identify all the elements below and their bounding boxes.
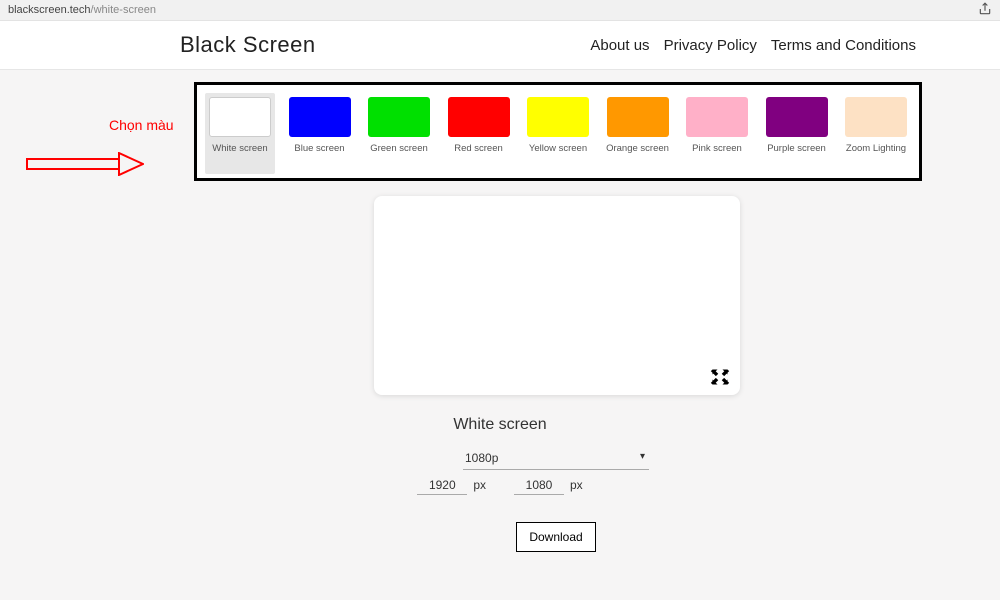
site-brand[interactable]: Black Screen xyxy=(180,32,316,58)
height-input[interactable] xyxy=(514,476,564,495)
unit-label: px xyxy=(473,478,486,492)
nav-about[interactable]: About us xyxy=(590,37,649,54)
swatch-color xyxy=(527,97,589,137)
swatch-white[interactable]: White screen xyxy=(205,93,275,174)
swatch-color xyxy=(209,97,271,137)
unit-label: px xyxy=(570,478,583,492)
swatch-color xyxy=(368,97,430,137)
swatch-color xyxy=(686,97,748,137)
swatch-color xyxy=(845,97,907,137)
screen-preview xyxy=(374,196,740,395)
swatch-pink[interactable]: Pink screen xyxy=(682,97,752,174)
swatch-orange[interactable]: Orange screen xyxy=(603,97,673,174)
current-screen-title: White screen xyxy=(0,416,1000,434)
swatch-color xyxy=(448,97,510,137)
browser-address-bar: blackscreen.tech/white-screen xyxy=(0,0,1000,21)
site-header: Black Screen About us Privacy Policy Ter… xyxy=(0,21,1000,70)
download-button[interactable]: Download xyxy=(516,522,596,552)
share-icon[interactable] xyxy=(978,2,992,19)
expand-fullscreen-icon[interactable] xyxy=(710,367,730,387)
swatch-color xyxy=(607,97,669,137)
swatch-color xyxy=(289,97,351,137)
annotation-choose-color: Chọn màu xyxy=(109,117,174,133)
swatch-yellow[interactable]: Yellow screen xyxy=(523,97,593,174)
swatch-zoom-lighting[interactable]: Zoom Lighting xyxy=(841,97,911,174)
width-input[interactable] xyxy=(417,476,467,495)
url-text: blackscreen.tech/white-screen xyxy=(8,4,978,16)
annotation-arrow-icon xyxy=(26,152,144,176)
swatch-blue[interactable]: Blue screen xyxy=(285,97,355,174)
header-nav: About us Privacy Policy Terms and Condit… xyxy=(590,37,916,54)
resolution-select[interactable]: 1080p xyxy=(463,447,649,470)
swatch-purple[interactable]: Purple screen xyxy=(762,97,832,174)
swatch-red[interactable]: Red screen xyxy=(444,97,514,174)
color-picker-strip: White screen Blue screen Green screen Re… xyxy=(194,82,922,181)
nav-privacy[interactable]: Privacy Policy xyxy=(664,37,757,54)
nav-terms[interactable]: Terms and Conditions xyxy=(771,37,916,54)
swatch-green[interactable]: Green screen xyxy=(364,97,434,174)
swatch-color xyxy=(766,97,828,137)
dimension-row: px px xyxy=(0,476,1000,495)
